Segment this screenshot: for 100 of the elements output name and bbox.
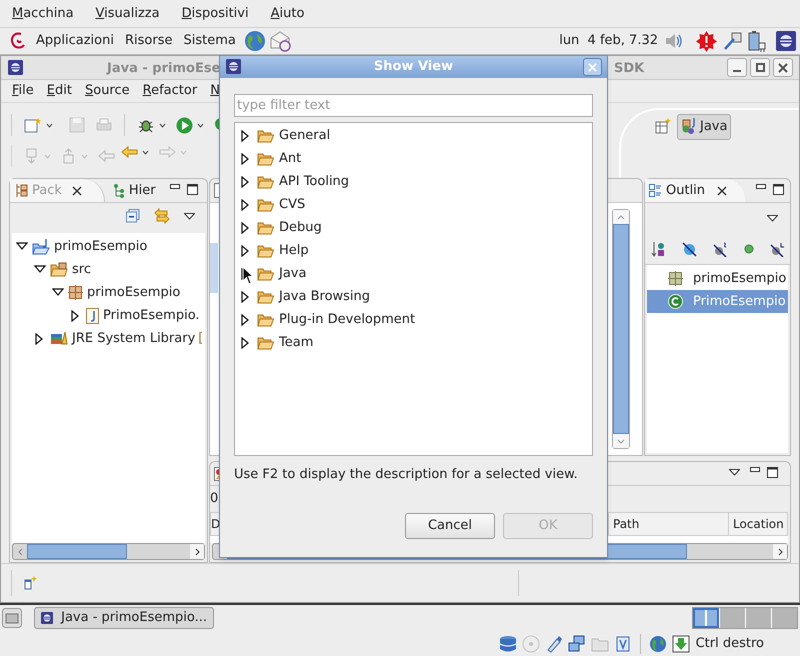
window-title: SDK [614,60,644,78]
workspace-switcher[interactable] [692,607,798,629]
tree-item[interactable]: primoEsempio [87,282,180,302]
java-file-icon [86,308,99,324]
menu-item[interactable]: File [12,81,34,101]
menu-item[interactable]: Refactor [142,81,198,101]
caret-icon[interactable] [46,122,53,128]
download-icon[interactable] [672,634,690,652]
run-icon[interactable] [176,116,193,134]
tree-item[interactable]: Plug-in Development [279,310,416,330]
menu-item[interactable]: Sistema [183,31,236,51]
menu-item[interactable]: Source [84,81,130,101]
tree-item[interactable]: Java Browsing [279,286,370,306]
close-button[interactable] [773,58,793,77]
tab-label: Outlin [666,182,706,200]
globe-icon[interactable] [648,634,667,652]
outline-item[interactable]: primoEsempio [647,267,788,290]
perspective-button[interactable]: Java [677,114,732,140]
folder-icon [257,198,274,212]
outline-tab[interactable]: Outlin [645,179,746,202]
hide-local-icon[interactable] [770,242,785,256]
link-arrows-icon[interactable] [154,208,170,224]
new-file-icon[interactable] [24,117,42,133]
tree-item[interactable]: Team [279,332,314,352]
scroll-right-icon[interactable] [778,548,782,556]
speaker-icon[interactable] [664,31,684,51]
menu-item[interactable]: Applicazioni [36,31,114,51]
menu-item[interactable]: Dispositivi [182,4,249,24]
mail-icon[interactable] [268,30,291,52]
tree-item[interactable]: CVS [279,194,306,214]
view-menu-icon[interactable] [767,215,778,222]
disk-icon[interactable] [498,634,517,652]
fast-view-icon[interactable] [24,576,38,590]
menu-item[interactable]: N [210,81,220,101]
collapse-all-icon[interactable] [126,209,140,223]
caret-icon[interactable] [142,150,149,154]
menu-item[interactable]: Macchina [12,4,74,24]
minimize-icon[interactable] [756,184,766,190]
view-menu-icon[interactable] [184,212,195,220]
maximize-button[interactable] [750,58,770,77]
caret-icon[interactable] [159,122,166,128]
maximize-icon[interactable] [767,467,778,478]
scroll-up-icon[interactable] [617,214,625,220]
maximize-icon[interactable] [187,184,198,195]
battery-icon[interactable] [748,30,768,52]
taskbar-button[interactable]: Java - primoEsempio... [34,607,214,629]
expander-icon[interactable] [16,240,28,252]
vertical-scrollbar[interactable] [612,209,630,449]
sort-icon[interactable] [651,241,666,257]
menu-item[interactable]: Risorse [124,31,172,51]
tree-item[interactable]: API Tooling [279,172,350,192]
folder-icon [257,220,274,234]
close-icon[interactable] [72,186,82,196]
hide-fields-icon[interactable] [682,242,697,256]
expander-icon[interactable] [34,264,46,276]
hide-static-icon[interactable] [713,242,728,256]
show-desktop-icon[interactable] [2,608,22,628]
network-icon[interactable] [568,634,586,652]
tab-label: Hier [128,182,156,200]
minimize-button[interactable] [727,58,747,77]
maximize-icon[interactable] [773,184,784,195]
wand-icon[interactable] [723,31,743,51]
tree-item[interactable]: primoEsempio [54,236,148,256]
menu-item[interactable]: Visualizza [96,4,160,24]
dialog-button[interactable]: Cancel [405,513,495,539]
expander-icon[interactable] [52,286,64,298]
horizontal-scrollbar[interactable] [12,543,205,560]
usb-pen-icon[interactable] [544,634,563,652]
menu-item[interactable]: Aiuto [270,4,304,24]
tree-item[interactable]: src [72,260,91,280]
view-menu-icon[interactable] [729,469,740,476]
alert-icon[interactable] [696,30,717,52]
app-icon [41,610,54,626]
minimize-icon[interactable] [750,467,760,473]
menu-item[interactable]: Edit [46,81,72,101]
tree-item[interactable]: General [279,126,330,146]
minimize-icon[interactable] [170,184,180,190]
tree-item[interactable]: Java [279,264,306,284]
clock[interactable]: lun 4 feb, 7.32 [559,31,658,51]
globe-icon[interactable] [244,30,266,52]
tree-item[interactable]: Ant [279,148,302,168]
scroll-thumb[interactable] [613,224,629,434]
caret-icon[interactable] [197,122,204,128]
tree-item[interactable]: PrimoEsempio. [103,306,200,326]
scroll-down-icon[interactable] [617,438,625,444]
chip-icon[interactable] [614,634,632,652]
dot-icon[interactable] [744,244,754,254]
scroll-thumb[interactable] [27,544,127,559]
close-icon[interactable] [717,186,728,196]
filter-field[interactable]: type filter text [234,94,593,117]
tree-item[interactable]: JRE System Library [72,328,196,348]
tree-item[interactable]: Help [279,240,309,260]
open-perspective-icon[interactable] [655,118,671,134]
swirl-icon[interactable] [9,31,27,51]
panel-tab[interactable]: Hier [104,179,162,202]
scroll-right-icon[interactable] [194,548,200,556]
app-icon[interactable] [776,31,796,51]
tree-item[interactable]: Debug [279,218,322,238]
column-header[interactable]: Location [728,513,784,535]
close-button[interactable] [583,58,602,76]
